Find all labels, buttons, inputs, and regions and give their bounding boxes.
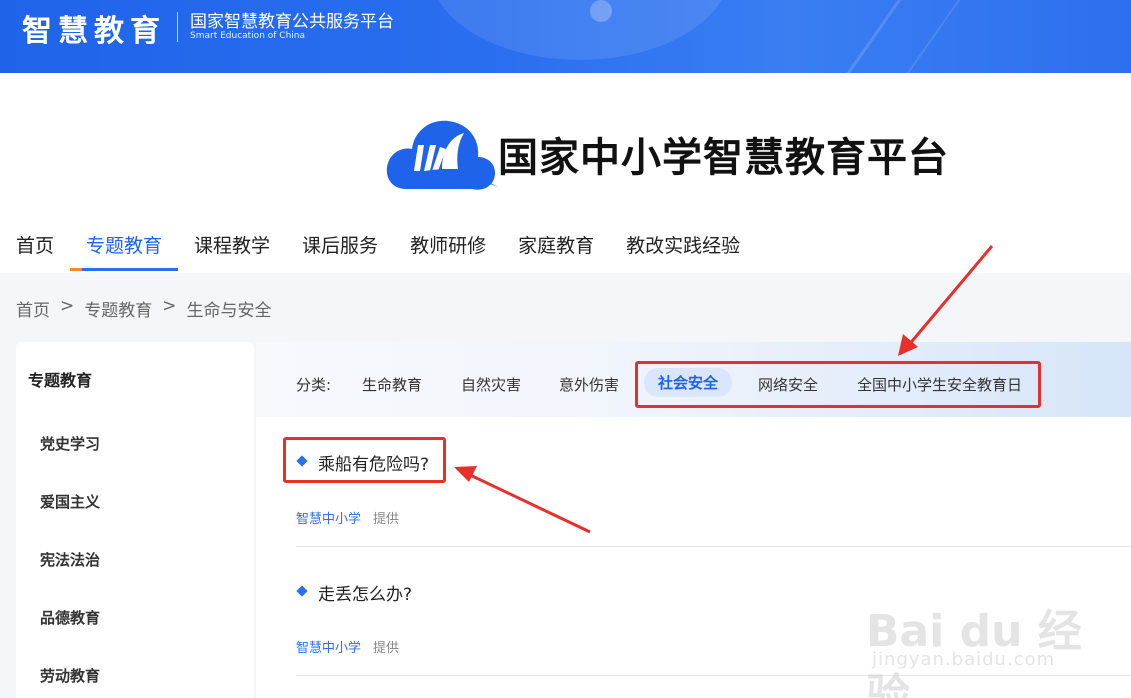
nav-item-family-education[interactable]: 家庭教育: [502, 223, 610, 271]
baidu-jingyan-watermark: Bai du 经验 jingyan.baidu.com: [866, 575, 1096, 698]
sidebar-title: 专题教育: [28, 371, 93, 390]
diamond-bullet-icon: [296, 585, 308, 597]
brand-logo-text[interactable]: 智慧教育: [22, 6, 166, 50]
divider: [296, 546, 1131, 547]
nav-item-topic-education[interactable]: 专题教育: [70, 223, 179, 271]
breadcrumb: 首页 > 专题教育 > 生命与安全: [16, 296, 272, 321]
main-nav: 首页 专题教育 课程教学 课后服务 教师研修 家庭教育 教改实践经验: [0, 223, 756, 271]
breadcrumb-item-home[interactable]: 首页: [16, 296, 50, 321]
article-provide-label: 提供: [373, 512, 400, 527]
banner-decoration: [430, 0, 730, 60]
category-accidental-injury[interactable]: 意外伤害: [559, 374, 619, 395]
banner-decoration: [884, 0, 978, 73]
breadcrumb-separator: >: [60, 296, 75, 316]
sidebar-item-patriotism[interactable]: 爱国主义: [40, 491, 100, 512]
banner-decoration: [824, 0, 919, 73]
sidebar-item-moral-education[interactable]: 品德教育: [40, 607, 100, 628]
article-source-link[interactable]: 智慧中小学: [296, 637, 361, 656]
top-banner: 智慧教育 国家智慧教育公共服务平台 Smart Education of Chi…: [0, 0, 1131, 73]
breadcrumb-item-topic[interactable]: 专题教育: [84, 296, 152, 321]
nav-item-home[interactable]: 首页: [0, 223, 70, 271]
category-natural-disaster[interactable]: 自然灾害: [461, 374, 521, 395]
sidebar-item-labor-education[interactable]: 劳动教育: [40, 665, 100, 686]
sidebar-item-constitution-law[interactable]: 宪法法治: [40, 549, 100, 570]
watermark-url: jingyan.baidu.com: [872, 649, 1056, 670]
annotation-highlight-box: [635, 361, 1041, 408]
brand-subtitle: Smart Education of China: [190, 31, 305, 41]
category-label: 分类:: [296, 376, 332, 394]
sidebar-item-party-history[interactable]: 党史学习: [40, 433, 100, 454]
page: 智慧教育 国家智慧教育公共服务平台 Smart Education of Chi…: [0, 0, 1131, 698]
nav-item-reform-practice[interactable]: 教改实践经验: [610, 223, 756, 271]
banner-decoration: [590, 0, 612, 22]
article-source-link[interactable]: 智慧中小学: [296, 508, 361, 527]
site-header: 国家中小学智慧教育平台 首页 专题教育 课程教学 课后服务 教师研修 家庭教育 …: [0, 73, 1131, 273]
category-filter-bar: 分类: 生命教育 自然灾害 意外伤害 社会安全 网络安全 全国中小学生安全教育日: [256, 342, 1131, 417]
nav-item-course-teaching[interactable]: 课程教学: [178, 223, 286, 271]
breadcrumb-separator: >: [162, 296, 177, 316]
nav-item-after-school[interactable]: 课后服务: [286, 223, 394, 271]
sidebar: 专题教育 党史学习 爱国主义 宪法法治 品德教育 劳动教育: [16, 342, 254, 698]
annotation-highlight-box: [283, 437, 446, 483]
brand-title[interactable]: 国家智慧教育公共服务平台: [190, 7, 394, 32]
watermark-text: Bai du 经验: [866, 606, 1082, 698]
breadcrumb-item-current: 生命与安全: [186, 301, 272, 321]
article-title[interactable]: 走丢怎么办?: [318, 580, 412, 605]
nav-item-teacher-training[interactable]: 教师研修: [394, 223, 502, 271]
cloud-book-logo-icon[interactable]: [384, 111, 500, 195]
category-life-education[interactable]: 生命教育: [362, 374, 422, 395]
article-provide-label: 提供: [373, 641, 400, 656]
platform-logo-text[interactable]: 国家中小学智慧教育平台: [498, 125, 949, 183]
brand-divider: [177, 12, 178, 42]
